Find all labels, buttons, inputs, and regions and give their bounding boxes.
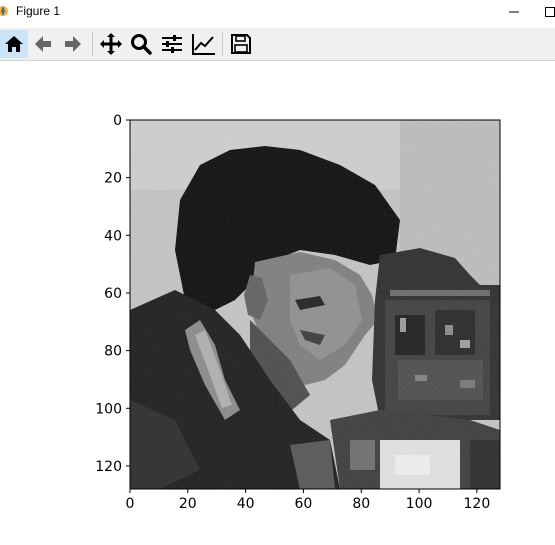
minimize-icon xyxy=(509,11,519,13)
zoom-button[interactable] xyxy=(127,30,155,58)
x-tick-label: 80 xyxy=(352,496,370,512)
pan-button[interactable] xyxy=(97,30,125,58)
zoom-icon xyxy=(131,34,152,55)
image-content xyxy=(130,120,500,489)
x-tick-label: 120 xyxy=(464,496,491,512)
toolbar-separator xyxy=(222,32,223,56)
x-tick-label: 40 xyxy=(237,496,255,512)
home-button[interactable] xyxy=(0,30,28,58)
window-title: Figure 1 xyxy=(16,4,61,18)
y-tick-label: 80 xyxy=(104,344,122,360)
maximize-button[interactable] xyxy=(530,0,555,24)
configure-subplots-button[interactable] xyxy=(158,30,186,58)
app-logo-icon xyxy=(0,6,8,16)
title-bar: Figure 1 xyxy=(0,0,555,24)
x-tick-label: 0 xyxy=(126,496,135,512)
arrow-right-icon xyxy=(65,36,81,52)
image-plot[interactable]: 0 20 40 60 80 100 120 0 20 40 60 80 100 120 xyxy=(0,61,555,540)
toolbar-separator xyxy=(92,32,93,56)
y-tick-label: 40 xyxy=(104,228,122,244)
back-button[interactable] xyxy=(29,30,57,58)
save-icon xyxy=(231,34,251,54)
x-axis: 0 20 40 60 80 100 120 xyxy=(126,489,491,512)
figure-canvas[interactable]: 0 20 40 60 80 100 120 0 20 40 60 80 100 120 xyxy=(0,61,555,540)
maximize-icon xyxy=(545,7,555,17)
home-icon xyxy=(5,36,23,52)
x-tick-label: 60 xyxy=(295,496,313,512)
y-tick-label: 120 xyxy=(95,459,122,475)
x-tick-label: 100 xyxy=(406,496,433,512)
navigation-toolbar xyxy=(0,28,555,61)
save-button[interactable] xyxy=(227,30,255,58)
sliders-icon xyxy=(162,35,182,53)
y-tick-label: 0 xyxy=(113,113,122,129)
move-icon xyxy=(100,33,122,55)
y-tick-label: 20 xyxy=(104,171,122,187)
arrow-left-icon xyxy=(35,36,51,52)
minimize-button[interactable] xyxy=(494,0,534,24)
forward-button[interactable] xyxy=(59,30,87,58)
x-tick-label: 20 xyxy=(179,496,197,512)
y-tick-label: 100 xyxy=(95,401,122,417)
y-tick-label: 60 xyxy=(104,286,122,302)
y-axis: 0 20 40 60 80 100 120 xyxy=(95,113,130,475)
line-chart-icon xyxy=(192,34,215,55)
edit-axes-button[interactable] xyxy=(190,30,218,58)
